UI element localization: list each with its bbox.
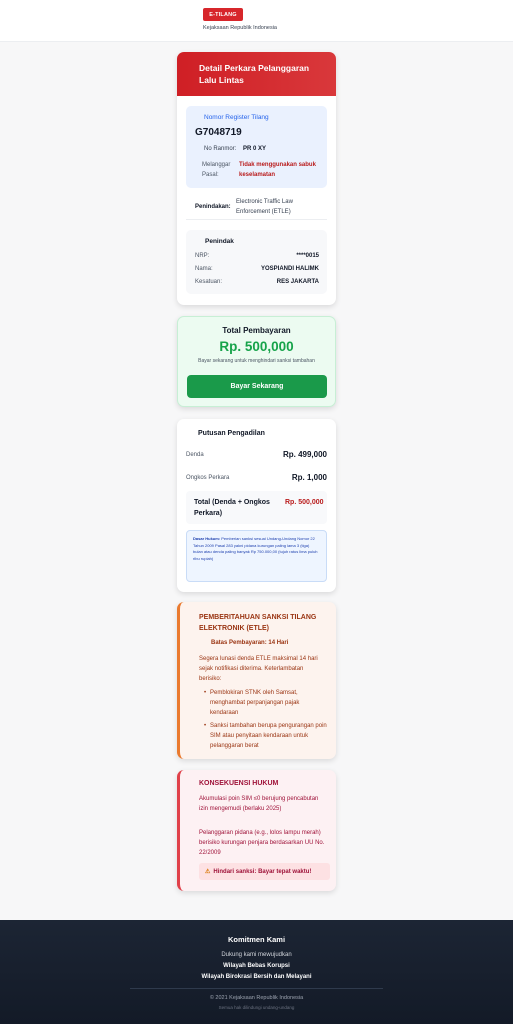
case-detail-title: Detail Perkara Pelanggaran Lalu Lintas: [177, 52, 336, 96]
ranmor-label: No Ranmor:: [204, 146, 237, 152]
ongkos-value: Rp. 1,000: [291, 473, 327, 482]
legal-basis-label: Dasar Hukum:: [193, 536, 221, 541]
footer-line-3: Wilayah Birokrasi Bersih dan Melayani: [201, 974, 312, 980]
denda-row: Denda Rp. 499,000: [186, 450, 327, 459]
kesatuan-label: Kesatuan:: [195, 279, 223, 285]
consequence-text-2: Pelanggaran pidana (e.g., lolos lampu me…: [199, 830, 325, 856]
pasal-label: Melanggar Pasal:: [202, 162, 231, 178]
ongkos-row: Ongkos Perkara Rp. 1,000: [186, 473, 327, 482]
footer-line-2: Wilayah Bebas Korupsi: [223, 963, 290, 969]
ongkos-label: Ongkos Perkara: [186, 474, 230, 481]
etilang-logo-badge: E-TILANG: [203, 8, 243, 21]
total-label: Total (Denda + Ongkos Perkara): [194, 499, 270, 517]
list-item: Sanksi tambahan berupa pengurangan poin …: [204, 721, 328, 751]
verdict-title: Putusan Pengadilan: [198, 430, 265, 437]
case-detail-card: Detail Perkara Pelanggaran Lalu Lintas N…: [177, 52, 336, 305]
payment-amount: Rp. 500,000: [219, 339, 294, 354]
register-box: Nomor Register Tilang G7048719 No Ranmor…: [186, 106, 327, 188]
site-footer: Komitmen Kami Dukung kami mewujudkan Wil…: [0, 920, 513, 1024]
payment-card: Total Pembayaran Rp. 500,000 Bayar sekar…: [177, 316, 336, 407]
sanction-risk-list: Pemblokiran STNK oleh Samsat, menghambat…: [204, 688, 328, 754]
list-item: Pemblokiran STNK oleh Samsat, menghambat…: [204, 688, 328, 718]
legal-consequence-card: KONSEKUENSI HUKUM Akumulasi poin SIM ≤0 …: [177, 770, 336, 891]
payment-note: Bayar sekarang untuk menghindari sanksi …: [198, 358, 315, 364]
register-number: G7048719: [195, 127, 242, 138]
denda-label: Denda: [186, 451, 204, 458]
penindakan-label: Penindakan:: [195, 204, 231, 210]
register-label: Nomor Register Tilang: [204, 114, 269, 121]
sanction-notice-card: PEMBERITAHUAN SANKSI TILANG ELEKTRONIK (…: [177, 602, 336, 759]
footer-line-1: Dukung kami mewujudkan: [221, 952, 292, 958]
denda-value: Rp. 499,000: [282, 450, 327, 459]
kesatuan-value: RES JAKARTA: [276, 279, 319, 285]
site-subtitle: Kejaksaan Republik Indonesia: [203, 25, 277, 31]
payment-deadline: Batas Pembayaran: 14 Hari: [211, 640, 289, 646]
nrp-row: NRP: ****0015: [195, 253, 319, 259]
sanction-notice-title: PEMBERITAHUAN SANKSI TILANG ELEKTRONIK (…: [199, 614, 317, 632]
footer-divider: [130, 988, 383, 989]
penindakan-value: Electronic Traffic Law Enforcement (ETLE…: [236, 199, 293, 215]
nama-value: YOSPIANDI HALIMK: [260, 266, 319, 272]
penindakan-row: Penindakan: Electronic Traffic Law Enfor…: [186, 194, 327, 220]
nrp-label: NRP:: [195, 253, 210, 259]
pasal-value: Tidak menggunakan sabuk keselamatan: [239, 162, 316, 178]
warning-icon: ⚠: [205, 869, 211, 875]
total-value: Rp. 500,000: [285, 499, 324, 506]
footer-copyright: © 2021 Kejaksaan Republik Indonesia: [209, 995, 304, 1001]
warning-banner: ⚠ Hindari sanksi: Bayar tepat waktu!: [199, 863, 330, 880]
legal-consequence-title: KONSEKUENSI HUKUM: [199, 780, 279, 787]
sanction-notice-text: Segera lunasi denda ETLE maksimal 14 har…: [199, 656, 318, 682]
pay-now-button[interactable]: Bayar Sekarang: [187, 375, 327, 398]
penindak-box: Penindak NRP: ****0015 Nama: YOSPIANDI H…: [186, 230, 327, 294]
payment-title: Total Pembayaran: [222, 326, 291, 335]
penindak-title: Penindak: [205, 238, 234, 245]
nama-row: Nama: YOSPIANDI HALIMK: [195, 266, 319, 272]
verdict-card: Putusan Pengadilan Denda Rp. 499,000 Ong…: [177, 419, 336, 592]
nrp-value: ****0015: [296, 253, 319, 259]
total-box: Total (Denda + Ongkos Perkara) Rp. 500,0…: [186, 491, 327, 524]
footer-title: Komitmen Kami: [227, 935, 286, 944]
ranmor-value: PR 0 XY: [243, 146, 267, 152]
nama-label: Nama:: [195, 266, 213, 272]
footer-rights: Semua hak dilindungi undang-undang: [218, 1005, 295, 1010]
kesatuan-row: Kesatuan: RES JAKARTA: [195, 279, 319, 285]
consequence-text-1: Akumulasi poin SIM ≤0 berujung pencabuta…: [199, 796, 319, 812]
site-header: E-TILANG Kejaksaan Republik Indonesia: [0, 0, 513, 42]
legal-basis-box: Dasar Hukum: Pemberian sanksi sesuai Und…: [186, 530, 327, 582]
warning-text: Hindari sanksi: Bayar tepat waktu!: [213, 868, 312, 875]
